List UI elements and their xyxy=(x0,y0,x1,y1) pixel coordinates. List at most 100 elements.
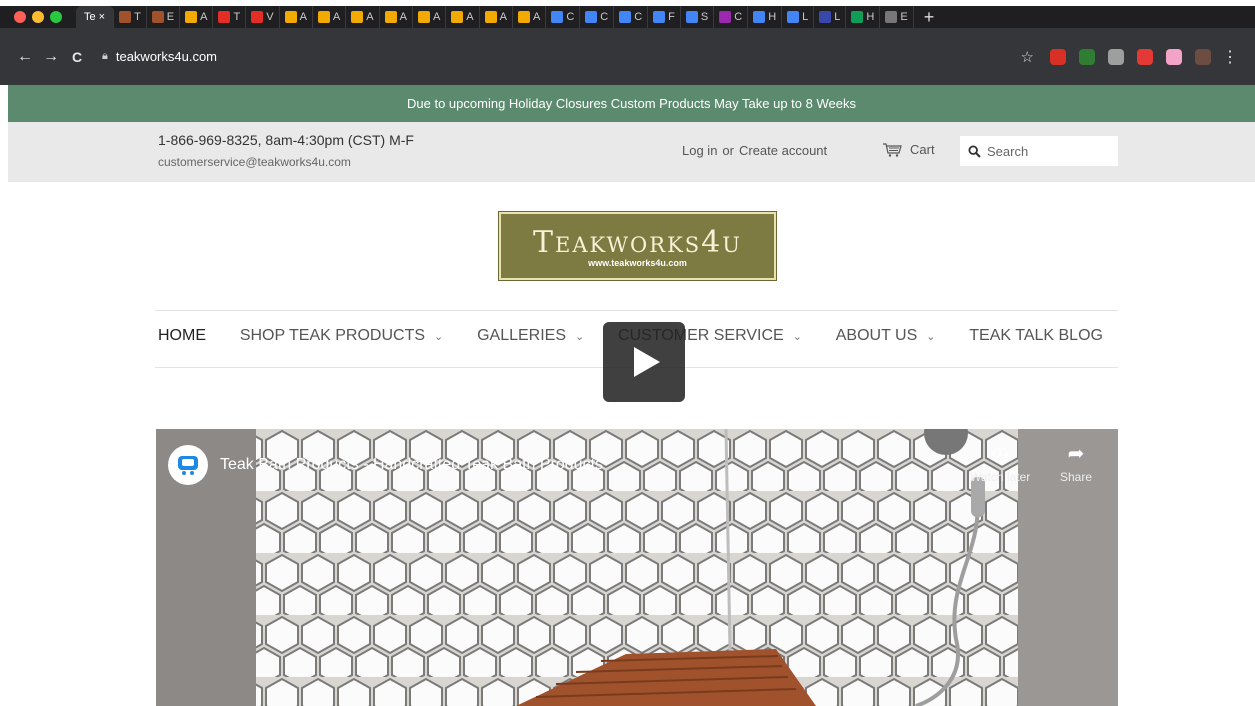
minimize-window-button[interactable] xyxy=(32,11,44,23)
browser-tab[interactable]: A xyxy=(480,6,513,28)
browser-tab[interactable]: H xyxy=(748,6,783,28)
browser-tab[interactable]: A xyxy=(413,6,447,28)
browser-tab[interactable]: C xyxy=(580,6,615,28)
extension-icon[interactable] xyxy=(1166,48,1182,65)
browser-tab[interactable]: A xyxy=(513,6,547,28)
play-button[interactable] xyxy=(603,322,685,402)
tab-label: A xyxy=(466,11,474,23)
logo-name: Teakworks4u xyxy=(533,224,742,260)
tab-favicon-icon xyxy=(151,11,164,23)
browser-tab[interactable]: C xyxy=(714,6,749,28)
browser-tab[interactable]: E xyxy=(147,6,181,28)
close-window-button[interactable] xyxy=(14,11,26,23)
browser-tab[interactable]: E xyxy=(880,6,914,28)
create-account-link[interactable]: Create account xyxy=(739,143,827,158)
tab-label: S xyxy=(700,11,709,23)
video-title[interactable]: Teak Bath Products - Handcrafted Teak Ba… xyxy=(220,456,603,474)
nav-item-home[interactable]: HOME xyxy=(158,327,206,345)
nav-item-about[interactable]: ABOUT US ⌄ xyxy=(836,327,936,345)
cart-label: Cart xyxy=(910,142,935,157)
tab-label: E xyxy=(900,11,908,23)
extension-icon[interactable] xyxy=(1050,48,1066,65)
chevron-down-icon: ⌄ xyxy=(926,330,936,343)
extension-icon[interactable] xyxy=(1108,48,1124,65)
tab-label: F xyxy=(668,11,675,23)
browser-tab[interactable]: A xyxy=(446,6,480,28)
browser-tab[interactable]: A xyxy=(313,6,347,28)
tab-label: A xyxy=(366,11,374,23)
address-bar[interactable]: 🔒︎ teakworks4u.com xyxy=(102,43,1021,71)
close-tab-icon[interactable]: × xyxy=(99,11,105,23)
tab-favicon-icon xyxy=(885,11,898,23)
nav-item-blog[interactable]: TEAK TALK BLOG xyxy=(969,327,1103,345)
browser-tab[interactable]: S xyxy=(681,6,715,28)
tab-label: T xyxy=(134,11,141,23)
browser-menu-icon[interactable]: ⋮ xyxy=(1217,47,1243,67)
cart-link[interactable]: Cart xyxy=(882,142,935,157)
watch-later-button[interactable]: ◷ Watch later xyxy=(970,441,1030,484)
search-input[interactable]: Search xyxy=(960,136,1118,166)
site-logo[interactable]: Teakworks4u www.teakworks4u.com xyxy=(499,212,776,280)
nav-divider-top xyxy=(155,310,1118,311)
watch-later-label: Watch later xyxy=(970,470,1031,484)
nav-item-shop[interactable]: SHOP TEAK PRODUCTS ⌄ xyxy=(240,327,443,345)
tab-label: A xyxy=(200,11,208,23)
lock-icon: 🔒︎ xyxy=(102,50,108,62)
nav-item-galleries[interactable]: GALLERIES ⌄ xyxy=(477,327,584,345)
bookmark-star-icon[interactable]: ☆ xyxy=(1021,48,1034,66)
share-label: Share xyxy=(1060,470,1093,484)
browser-toolbar: ← → C 🔒︎ teakworks4u.com ☆ ⋮ xyxy=(0,28,1255,85)
browser-tab[interactable]: A xyxy=(346,6,380,28)
login-link[interactable]: Log in xyxy=(682,143,717,158)
browser-tab[interactable]: C xyxy=(614,6,649,28)
browser-tab[interactable]: F xyxy=(648,6,681,28)
tab-label: H xyxy=(768,11,777,23)
tab-favicon-icon xyxy=(619,11,632,23)
browser-tab[interactable]: A xyxy=(380,6,413,28)
browser-tab[interactable]: C xyxy=(546,6,581,28)
browser-tab[interactable]: H xyxy=(846,6,881,28)
browser-tab-bar: Te × T E A T V A A A A A A A A C C C F S C H L L H E + xyxy=(0,0,1255,28)
utility-header: 1-866-969-8325, 8am-4:30pm (CST) M-F cus… xyxy=(8,122,1255,182)
tab-label: H xyxy=(866,11,875,23)
tab-label: T xyxy=(233,11,241,23)
tab-favicon-icon xyxy=(484,11,497,23)
tab-label: A xyxy=(399,11,407,23)
new-tab-button[interactable]: + xyxy=(924,7,935,28)
tab-favicon-icon xyxy=(284,11,297,23)
browser-tab[interactable]: L xyxy=(814,6,847,28)
account-links: Log in or Create account xyxy=(682,143,827,158)
share-button[interactable]: ➦ Share xyxy=(1060,441,1092,484)
back-button[interactable]: ← xyxy=(12,48,38,66)
tab-favicon-icon xyxy=(451,11,464,23)
extension-icon[interactable] xyxy=(1137,48,1153,65)
search-placeholder: Search xyxy=(987,143,1029,159)
nav-item-label: SHOP TEAK PRODUCTS xyxy=(239,327,426,344)
nav-item-label: HOME xyxy=(158,327,206,344)
email-link[interactable]: customerservice@teakworks4u.com xyxy=(158,155,351,169)
extension-icon[interactable] xyxy=(1195,48,1211,65)
nav-item-label: GALLERIES xyxy=(477,327,567,344)
cart-logo-icon xyxy=(178,456,198,475)
chevron-down-icon: ⌄ xyxy=(434,330,444,343)
tab-label: A xyxy=(332,11,341,23)
video-embed[interactable]: Teak Bath Products - Handcrafted Teak Ba… xyxy=(156,429,1118,706)
browser-tab[interactable]: V xyxy=(246,6,280,28)
forward-button[interactable]: → xyxy=(38,48,64,66)
or-text: or xyxy=(722,143,734,158)
tab-favicon-icon xyxy=(685,11,698,23)
channel-avatar[interactable] xyxy=(168,445,208,485)
tab-label: A xyxy=(432,11,441,23)
browser-tab[interactable]: A xyxy=(180,6,214,28)
reload-button[interactable]: C xyxy=(64,49,90,65)
browser-tab[interactable]: T xyxy=(114,6,147,28)
extension-icon[interactable] xyxy=(1079,48,1095,65)
maximize-window-button[interactable] xyxy=(50,11,62,23)
browser-tab[interactable]: L xyxy=(782,6,815,28)
extensions-area xyxy=(1050,48,1211,65)
tab-active[interactable]: Te × xyxy=(76,6,115,28)
tab-label: A xyxy=(299,11,307,23)
browser-tab[interactable]: A xyxy=(280,6,313,28)
logo-url: www.teakworks4u.com xyxy=(588,257,687,268)
browser-tab[interactable]: T xyxy=(213,6,247,28)
